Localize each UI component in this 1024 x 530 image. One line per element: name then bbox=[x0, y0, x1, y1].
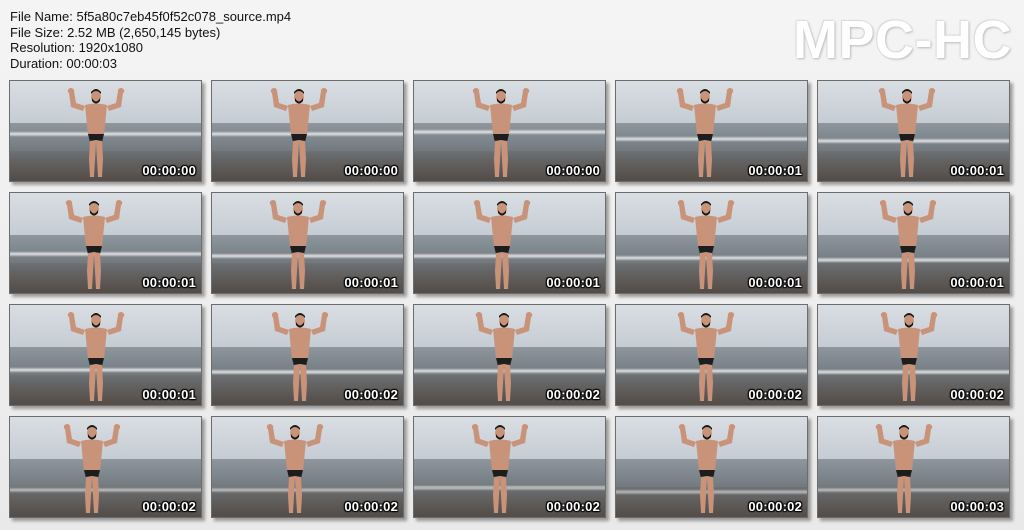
bodybuilder-figure bbox=[466, 85, 536, 181]
timestamp-label: 00:00:02 bbox=[748, 499, 802, 514]
file-info-panel: File Name: 5f5a80c7eb45f0f52c078_source.… bbox=[10, 9, 291, 71]
timestamp-label: 00:00:02 bbox=[748, 387, 802, 402]
thumbnail: 00:00:02 bbox=[413, 416, 606, 518]
thumbnail: 00:00:02 bbox=[615, 416, 808, 518]
timestamp-label: 00:00:02 bbox=[546, 499, 600, 514]
thumbnail: 00:00:01 bbox=[211, 192, 404, 294]
timestamp-label: 00:00:01 bbox=[142, 387, 196, 402]
bodybuilder-figure bbox=[263, 197, 333, 293]
timestamp-label: 00:00:01 bbox=[546, 275, 600, 290]
file-name-text: File Name: 5f5a80c7eb45f0f52c078_source.… bbox=[10, 9, 292, 24]
duration-text: Duration: 00:00:03 bbox=[10, 55, 117, 71]
bodybuilder-figure bbox=[672, 421, 742, 517]
thumbnail: 00:00:01 bbox=[9, 304, 202, 406]
thumbnail: 00:00:00 bbox=[211, 80, 404, 182]
timestamp-label: 00:00:02 bbox=[344, 387, 398, 402]
thumbnail: 00:00:02 bbox=[413, 304, 606, 406]
thumbnail-grid: 00:00:00 00:00:00 00:00:00 00:00:01 00:00:01… bbox=[9, 80, 1010, 518]
bodybuilder-figure bbox=[873, 197, 943, 293]
thumbnail: 00:00:02 bbox=[211, 304, 404, 406]
thumbnail: 00:00:01 bbox=[817, 80, 1010, 182]
bodybuilder-figure bbox=[61, 309, 131, 405]
bodybuilder-figure bbox=[671, 197, 741, 293]
thumbnail: 00:00:01 bbox=[9, 192, 202, 294]
thumbnail: 00:00:01 bbox=[615, 192, 808, 294]
timestamp-label: 00:00:00 bbox=[142, 163, 196, 178]
thumbnail: 00:00:02 bbox=[211, 416, 404, 518]
bodybuilder-figure bbox=[467, 197, 537, 293]
thumbnail: 00:00:01 bbox=[413, 192, 606, 294]
timestamp-label: 00:00:01 bbox=[748, 163, 802, 178]
thumbnail: 00:00:01 bbox=[615, 80, 808, 182]
bodybuilder-figure bbox=[61, 85, 131, 181]
bodybuilder-figure bbox=[260, 421, 330, 517]
timestamp-label: 00:00:02 bbox=[950, 387, 1004, 402]
bodybuilder-figure bbox=[57, 421, 127, 517]
thumbnail: 00:00:02 bbox=[9, 416, 202, 518]
thumbnail: 00:00:02 bbox=[615, 304, 808, 406]
bodybuilder-figure bbox=[469, 309, 539, 405]
bodybuilder-figure bbox=[869, 421, 939, 517]
thumbnail: 00:00:00 bbox=[9, 80, 202, 182]
timestamp-label: 00:00:00 bbox=[344, 163, 398, 178]
bodybuilder-figure bbox=[264, 85, 334, 181]
bodybuilder-figure bbox=[465, 421, 535, 517]
mpc-hc-logo: MPC-HC bbox=[793, 10, 1012, 70]
timestamp-label: 00:00:01 bbox=[142, 275, 196, 290]
file-size-text: File Size: 2.52 MB (2,650,145 bytes) bbox=[10, 24, 221, 40]
timestamp-label: 00:00:01 bbox=[748, 275, 802, 290]
bodybuilder-figure bbox=[671, 309, 741, 405]
timestamp-label: 00:00:01 bbox=[344, 275, 398, 290]
bodybuilder-figure bbox=[265, 309, 335, 405]
resolution-text: Resolution: 1920x1080 bbox=[10, 40, 143, 55]
timestamp-label: 00:00:01 bbox=[950, 275, 1004, 290]
thumbnail: 00:00:02 bbox=[817, 304, 1010, 406]
bodybuilder-figure bbox=[670, 85, 740, 181]
timestamp-label: 00:00:02 bbox=[142, 499, 196, 514]
timestamp-label: 00:00:00 bbox=[546, 163, 600, 178]
bodybuilder-figure bbox=[872, 85, 942, 181]
thumbnail: 00:00:00 bbox=[413, 80, 606, 182]
timestamp-label: 00:00:02 bbox=[344, 499, 398, 514]
timestamp-label: 00:00:01 bbox=[950, 163, 1004, 178]
thumbnail: 00:00:03 bbox=[817, 416, 1010, 518]
bodybuilder-figure bbox=[874, 309, 944, 405]
timestamp-label: 00:00:02 bbox=[546, 387, 600, 402]
bodybuilder-figure bbox=[59, 197, 129, 293]
thumbnail: 00:00:01 bbox=[817, 192, 1010, 294]
timestamp-label: 00:00:03 bbox=[950, 499, 1004, 514]
